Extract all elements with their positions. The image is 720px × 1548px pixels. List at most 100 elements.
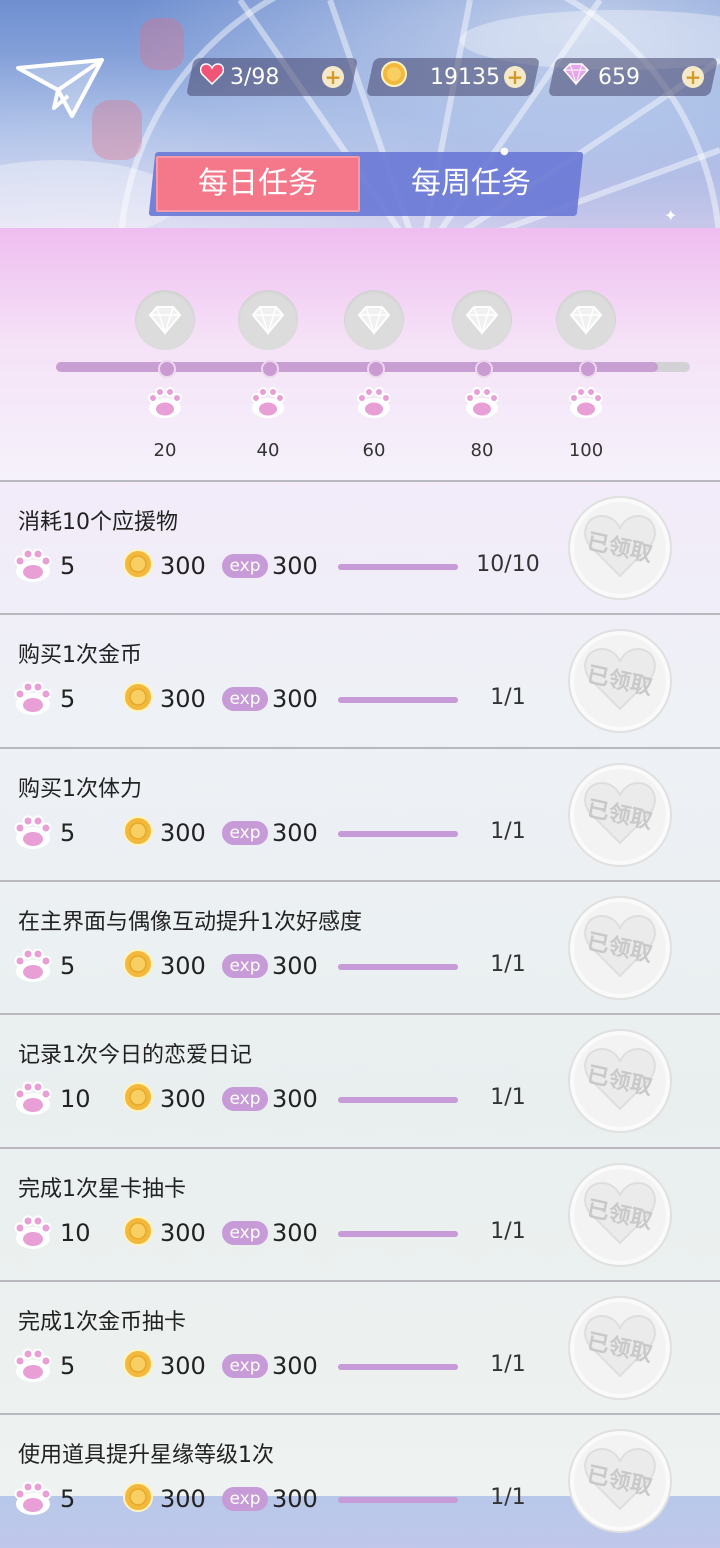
milestone-dot bbox=[579, 360, 597, 378]
paw-icon bbox=[354, 386, 394, 424]
exp-icon: exp bbox=[222, 1487, 268, 1512]
task-progress-fill bbox=[338, 1497, 458, 1504]
claimed-button[interactable]: 已领取 bbox=[568, 1429, 672, 1534]
tab-daily-tasks[interactable]: 每日任务 bbox=[156, 156, 360, 212]
milestone-label: 100 bbox=[568, 440, 604, 461]
add-gems-button[interactable]: + bbox=[682, 65, 704, 89]
milestone-dot bbox=[367, 360, 385, 378]
claimed-button[interactable]: 已领取 bbox=[568, 629, 672, 734]
activity-progress-fill bbox=[56, 362, 659, 372]
sparkle-icon: ● bbox=[500, 146, 509, 157]
paw-icon bbox=[12, 681, 54, 721]
task-row: 完成1次星卡抽卡 10 300 exp 300 1/1 已领取 bbox=[0, 1146, 720, 1282]
milestone-label: 60 bbox=[362, 440, 386, 461]
exp-icon: exp bbox=[222, 1220, 268, 1245]
paw-icon bbox=[145, 386, 185, 424]
coin-reward-value: 300 bbox=[160, 685, 206, 714]
exp-reward-value: 300 bbox=[272, 552, 318, 580]
task-title: 在主界面与偶像互动提升1次好感度 bbox=[18, 909, 362, 935]
diamond-chest-icon bbox=[452, 290, 512, 350]
paw-icon bbox=[12, 1215, 54, 1255]
task-progress-text: 1/1 bbox=[490, 1351, 526, 1377]
coin-icon bbox=[122, 1481, 154, 1517]
task-progress-bar bbox=[338, 963, 458, 970]
task-progress-bar bbox=[338, 564, 458, 570]
task-row: 完成1次金币抽卡 5 300 exp 300 1/1 已领取 bbox=[0, 1279, 720, 1415]
paw-reward-value: 5 bbox=[60, 951, 76, 980]
task-title: 购买1次金币 bbox=[18, 643, 142, 669]
paw-icon bbox=[12, 1081, 54, 1121]
paw-icon bbox=[566, 386, 606, 424]
task-progress-fill bbox=[338, 564, 458, 570]
task-rewards: 5 300 exp 300 1/1 bbox=[12, 1346, 572, 1386]
claimed-button[interactable]: 已领取 bbox=[568, 496, 672, 600]
task-progress-text: 10/10 bbox=[476, 552, 540, 577]
coin-reward-value: 300 bbox=[160, 1351, 206, 1380]
add-hearts-button[interactable]: + bbox=[322, 65, 344, 89]
exp-icon: exp bbox=[222, 1087, 268, 1112]
paw-reward-value: 5 bbox=[60, 552, 76, 580]
coin-reward-value: 300 bbox=[160, 1485, 206, 1514]
task-rewards: 5 300 exp 300 1/1 bbox=[12, 1479, 572, 1519]
coin-icon bbox=[380, 60, 410, 94]
coin-icon bbox=[122, 1081, 154, 1117]
coin-icon bbox=[122, 681, 154, 717]
diamond-chest-icon bbox=[135, 290, 195, 350]
task-progress-fill bbox=[338, 830, 458, 837]
task-title: 消耗10个应援物 bbox=[18, 510, 178, 535]
task-title: 完成1次星卡抽卡 bbox=[18, 1176, 186, 1202]
paw-icon bbox=[12, 1481, 54, 1521]
task-progress-fill bbox=[338, 1097, 458, 1104]
hearts-counter: 3/98 + bbox=[185, 58, 359, 96]
task-rewards: 10 300 exp 300 1/1 bbox=[12, 1079, 572, 1119]
claimed-button[interactable]: 已领取 bbox=[568, 895, 672, 1000]
task-progress-bar bbox=[338, 830, 458, 837]
coins-counter: 19135 + bbox=[365, 58, 541, 96]
paw-reward-value: 5 bbox=[60, 685, 76, 714]
coin-reward-value: 300 bbox=[160, 1085, 206, 1114]
task-row: 记录1次今日的恋爱日记 10 300 exp 300 1/1 已领取 bbox=[0, 1013, 720, 1148]
task-progress-fill bbox=[338, 1363, 458, 1370]
task-rewards: 5 300 exp 300 10/10 bbox=[12, 546, 572, 586]
tab-weekly-tasks[interactable]: 每周任务 bbox=[366, 156, 576, 212]
task-progress-bar bbox=[338, 1363, 458, 1370]
exp-reward-value: 300 bbox=[272, 1351, 318, 1380]
exp-icon: exp bbox=[222, 554, 268, 578]
milestone-dot bbox=[475, 360, 493, 378]
task-title: 购买1次体力 bbox=[18, 776, 142, 802]
coin-icon bbox=[122, 548, 154, 584]
task-progress-text: 1/1 bbox=[490, 1218, 526, 1244]
paw-reward-value: 10 bbox=[60, 1085, 91, 1114]
task-title: 记录1次今日的恋爱日记 bbox=[18, 1043, 252, 1069]
paw-icon bbox=[12, 548, 54, 588]
paw-icon bbox=[248, 386, 288, 424]
paw-reward-value: 10 bbox=[60, 1218, 91, 1247]
coin-reward-value: 300 bbox=[160, 552, 206, 580]
claimed-button[interactable]: 已领取 bbox=[568, 1295, 672, 1400]
task-rewards: 5 300 exp 300 1/1 bbox=[12, 946, 572, 986]
diamond-chest-icon bbox=[556, 290, 616, 350]
exp-reward-value: 300 bbox=[272, 1218, 318, 1247]
exp-icon: exp bbox=[222, 1353, 268, 1378]
task-title: 使用道具提升星缘等级1次 bbox=[18, 1443, 274, 1469]
exp-icon: exp bbox=[222, 687, 268, 712]
paw-reward-value: 5 bbox=[60, 818, 76, 847]
diamond-chest-icon bbox=[344, 290, 404, 350]
task-progress-bar bbox=[338, 1097, 458, 1104]
task-progress-text: 1/1 bbox=[490, 951, 526, 977]
claimed-button[interactable]: 已领取 bbox=[568, 1162, 672, 1267]
exp-icon: exp bbox=[222, 953, 268, 978]
paper-plane-back-icon[interactable] bbox=[14, 50, 106, 120]
claimed-button[interactable]: 已领取 bbox=[568, 762, 672, 867]
milestone-label: 20 bbox=[153, 440, 177, 461]
claimed-button[interactable]: 已领取 bbox=[568, 1029, 672, 1134]
heart-icon bbox=[199, 63, 226, 91]
exp-reward-value: 300 bbox=[272, 1085, 318, 1114]
task-row: 在主界面与偶像互动提升1次好感度 5 300 exp 300 1/1 已领取 bbox=[0, 879, 720, 1015]
milestone-dot bbox=[261, 360, 279, 378]
hearts-value: 3/98 bbox=[230, 64, 280, 90]
add-coins-button[interactable]: + bbox=[504, 65, 526, 89]
milestone-dot bbox=[158, 360, 176, 378]
gem-icon bbox=[562, 62, 592, 92]
task-progress-fill bbox=[338, 963, 458, 970]
